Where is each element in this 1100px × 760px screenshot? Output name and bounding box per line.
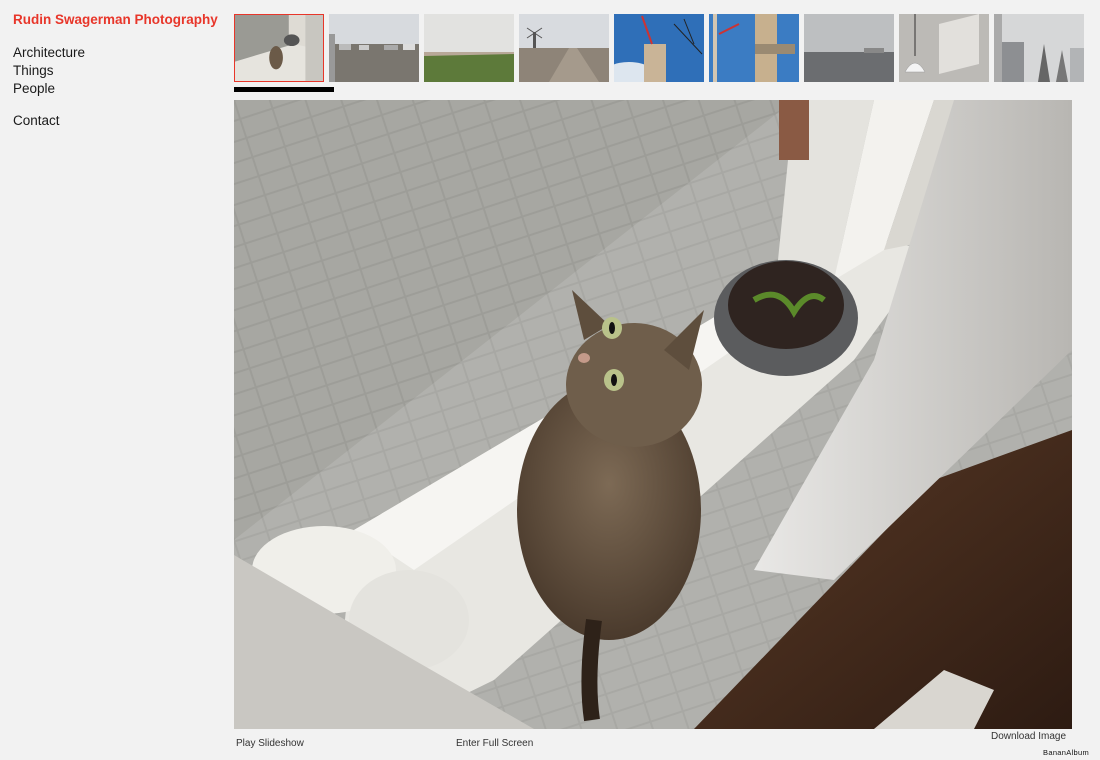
thumbnail-building-crane-image bbox=[709, 14, 799, 82]
enter-full-screen-button[interactable]: Enter Full Screen bbox=[456, 738, 533, 749]
thumbnail-parking-lot[interactable] bbox=[329, 14, 419, 82]
thumbnail-road-windmill-image bbox=[519, 14, 609, 82]
bananalbum-branding: BananAlbum bbox=[1043, 748, 1089, 757]
thumbnail-building-crane[interactable] bbox=[709, 14, 799, 82]
thumbnail-cat-window-image bbox=[235, 15, 323, 81]
thumbnail-foggy-buildings-image bbox=[994, 14, 1084, 82]
thumbnail-grass-field-image bbox=[424, 14, 514, 82]
site-title[interactable]: Rudin Swagerman Photography bbox=[13, 12, 218, 27]
thumbnail-construction-crane-image bbox=[614, 14, 704, 82]
thumbnail-parking-lot-image bbox=[329, 14, 419, 82]
nav-item-architecture[interactable]: Architecture bbox=[13, 44, 85, 62]
main-photo-viewer[interactable] bbox=[234, 100, 1072, 729]
nav-item-things[interactable]: Things bbox=[13, 62, 85, 80]
thumbnail-foggy-water[interactable] bbox=[804, 14, 894, 82]
play-slideshow-button[interactable]: Play Slideshow bbox=[236, 738, 304, 749]
download-image-button[interactable]: Download Image bbox=[991, 731, 1066, 742]
main-photo-cat-at-window bbox=[234, 100, 1072, 729]
nav-item-people[interactable]: People bbox=[13, 80, 85, 98]
nav-item-contact[interactable]: Contact bbox=[13, 112, 85, 130]
thumbnail-pendant-lamp-image bbox=[899, 14, 989, 82]
thumbnail-construction-crane[interactable] bbox=[614, 14, 704, 82]
thumbnail-foggy-buildings[interactable] bbox=[994, 14, 1084, 82]
category-nav: Architecture Things People Contact bbox=[13, 44, 85, 130]
thumbnail-foggy-water-image bbox=[804, 14, 894, 82]
thumbnail-cat-window[interactable] bbox=[234, 14, 324, 82]
thumbnail-pendant-lamp[interactable] bbox=[899, 14, 989, 82]
thumbnail-strip bbox=[234, 14, 1084, 82]
thumbnail-scrollbar[interactable] bbox=[234, 87, 334, 92]
thumbnail-road-windmill[interactable] bbox=[519, 14, 609, 82]
thumbnail-grass-field[interactable] bbox=[424, 14, 514, 82]
